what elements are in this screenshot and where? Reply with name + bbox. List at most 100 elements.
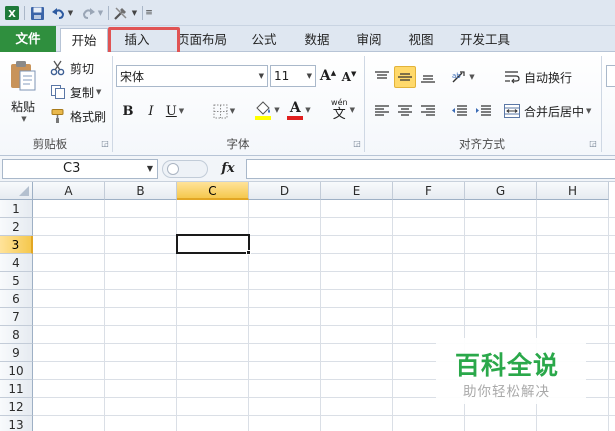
name-box-value: C3 bbox=[63, 161, 81, 176]
align-left-button[interactable] bbox=[372, 100, 392, 122]
tools-dropdown-icon[interactable]: ▼ bbox=[130, 4, 139, 22]
tab-file[interactable]: 文件 bbox=[0, 26, 56, 52]
redo-icon[interactable] bbox=[80, 4, 96, 22]
row-header[interactable]: 1 bbox=[0, 200, 33, 218]
row-header[interactable]: 12 bbox=[0, 398, 33, 416]
align-middle-button[interactable] bbox=[394, 66, 416, 88]
underline-dropdown-icon[interactable]: ▼ bbox=[179, 107, 184, 115]
font-size-dropdown-icon[interactable]: ▼ bbox=[307, 72, 312, 80]
ribbon-tab-bar: 文件 开始 插入 页面布局 公式 数据 审阅 视图 开发工具 bbox=[0, 26, 615, 53]
underline-button[interactable]: U ▼ bbox=[164, 100, 186, 122]
column-header[interactable]: F bbox=[393, 182, 465, 200]
column-header[interactable]: G bbox=[465, 182, 537, 200]
svg-text:ab: ab bbox=[452, 72, 461, 80]
column-header[interactable]: D bbox=[249, 182, 321, 200]
undo-dropdown-icon[interactable]: ▼ bbox=[66, 4, 75, 22]
customize-toolbar-icon[interactable]: ≡ bbox=[144, 4, 154, 22]
cut-button[interactable]: 剪切 bbox=[50, 58, 94, 78]
wrap-text-button[interactable]: 自动换行 bbox=[504, 66, 572, 88]
wrap-text-label: 自动换行 bbox=[524, 70, 573, 85]
paste-dropdown-icon[interactable]: ▼ bbox=[21, 115, 26, 123]
align-center-icon bbox=[398, 105, 412, 116]
tab-view[interactable]: 视图 bbox=[400, 28, 442, 52]
align-right-button[interactable] bbox=[418, 100, 438, 122]
redo-dropdown-icon[interactable]: ▼ bbox=[96, 4, 105, 22]
column-header[interactable]: C bbox=[177, 182, 249, 200]
decrease-indent-button[interactable] bbox=[448, 100, 470, 122]
merge-center-button[interactable]: 合并后居中 ▼ bbox=[504, 100, 591, 122]
font-name-combo[interactable]: 宋体 ▼ bbox=[116, 65, 268, 87]
number-format-combo[interactable] bbox=[606, 65, 615, 87]
clipboard-dialog-launcher-icon[interactable]: ◲ bbox=[100, 139, 110, 149]
select-all-corner[interactable] bbox=[0, 182, 33, 200]
font-color-button[interactable]: A ▼ bbox=[284, 98, 314, 122]
row-gridline bbox=[33, 253, 615, 254]
align-top-button[interactable] bbox=[372, 66, 392, 88]
copy-button[interactable]: 复制 ▼ bbox=[50, 82, 101, 102]
borders-button[interactable]: ▼ bbox=[207, 100, 241, 122]
tab-review[interactable]: 审阅 bbox=[348, 28, 390, 52]
paste-button[interactable]: 粘贴 ▼ bbox=[6, 58, 40, 124]
column-header[interactable]: E bbox=[321, 182, 393, 200]
tab-data[interactable]: 数据 bbox=[296, 28, 338, 52]
borders-dropdown-icon[interactable]: ▼ bbox=[230, 107, 235, 115]
align-middle-icon bbox=[398, 73, 412, 81]
font-size-combo[interactable]: 11 ▼ bbox=[270, 65, 316, 87]
align-bottom-button[interactable] bbox=[418, 66, 438, 88]
increase-indent-button[interactable] bbox=[472, 100, 494, 122]
alignment-dialog-launcher-icon[interactable]: ◲ bbox=[588, 139, 598, 149]
phonetic-dropdown-icon[interactable]: ▼ bbox=[350, 106, 355, 114]
fill-handle[interactable] bbox=[246, 250, 251, 255]
excel-logo-icon[interactable]: X bbox=[3, 4, 21, 22]
fill-color-button[interactable]: ▼ bbox=[252, 98, 282, 122]
insert-function-button[interactable]: fx bbox=[216, 160, 240, 178]
phonetic-guide-button[interactable]: wén 文 ▼ bbox=[326, 96, 360, 124]
row-header[interactable]: 9 bbox=[0, 344, 33, 362]
phonetic-char: 文 bbox=[332, 107, 346, 122]
svg-text:X: X bbox=[8, 9, 16, 20]
row-header[interactable]: 5 bbox=[0, 272, 33, 290]
name-box-dropdown-icon[interactable]: ▼ bbox=[147, 160, 153, 178]
row-header[interactable]: 13 bbox=[0, 416, 33, 431]
format-painter-button[interactable]: 格式刷 bbox=[50, 106, 106, 126]
italic-button[interactable]: I bbox=[141, 100, 161, 122]
orientation-dropdown-icon[interactable]: ▼ bbox=[469, 73, 474, 81]
copy-dropdown-icon[interactable]: ▼ bbox=[96, 88, 101, 96]
row-header[interactable]: 10 bbox=[0, 362, 33, 380]
watermark: 百科全说 助你轻松解决 bbox=[436, 338, 586, 404]
row-header[interactable]: 3 bbox=[0, 236, 33, 254]
row-header[interactable]: 2 bbox=[0, 218, 33, 236]
shrink-font-letter: A bbox=[341, 70, 351, 84]
align-center-button[interactable] bbox=[394, 100, 416, 122]
row-header[interactable]: 11 bbox=[0, 380, 33, 398]
shrink-font-button[interactable]: A ▼ bbox=[340, 67, 358, 87]
row-header[interactable]: 7 bbox=[0, 308, 33, 326]
grow-font-button[interactable]: A ▲ bbox=[319, 66, 337, 86]
formula-splitter[interactable] bbox=[162, 160, 208, 178]
font-name-dropdown-icon[interactable]: ▼ bbox=[259, 72, 264, 80]
row-header[interactable]: 4 bbox=[0, 254, 33, 272]
fill-color-dropdown-icon[interactable]: ▼ bbox=[274, 106, 279, 114]
bold-button[interactable]: B bbox=[118, 100, 138, 122]
font-dialog-launcher-icon[interactable]: ◲ bbox=[352, 139, 362, 149]
orientation-button[interactable]: ab ▼ bbox=[448, 66, 478, 88]
row-header[interactable]: 6 bbox=[0, 290, 33, 308]
formula-input[interactable] bbox=[246, 159, 615, 179]
row-gridline bbox=[33, 415, 615, 416]
tab-developer[interactable]: 开发工具 bbox=[452, 28, 518, 52]
ribbon: 粘贴 ▼ 剪切 复制 ▼ 格式刷 剪贴板 ◲ 宋体 ▼ 11 ▼ A ▲ A ▼ B… bbox=[0, 52, 615, 156]
row-header[interactable]: 8 bbox=[0, 326, 33, 344]
save-icon[interactable] bbox=[28, 4, 46, 22]
tools-icon[interactable] bbox=[112, 4, 130, 22]
font-color-dropdown-icon[interactable]: ▼ bbox=[305, 106, 310, 114]
tab-formulas[interactable]: 公式 bbox=[244, 28, 284, 52]
column-header[interactable]: H bbox=[537, 182, 609, 200]
tab-home[interactable]: 开始 bbox=[60, 28, 108, 53]
cut-label: 剪切 bbox=[70, 61, 95, 76]
active-cell[interactable] bbox=[176, 234, 250, 254]
undo-icon[interactable] bbox=[50, 4, 66, 22]
merge-center-dropdown-icon[interactable]: ▼ bbox=[586, 107, 591, 115]
column-header[interactable]: A bbox=[33, 182, 105, 200]
name-box[interactable]: C3 ▼ bbox=[2, 159, 158, 179]
column-header[interactable]: B bbox=[105, 182, 177, 200]
